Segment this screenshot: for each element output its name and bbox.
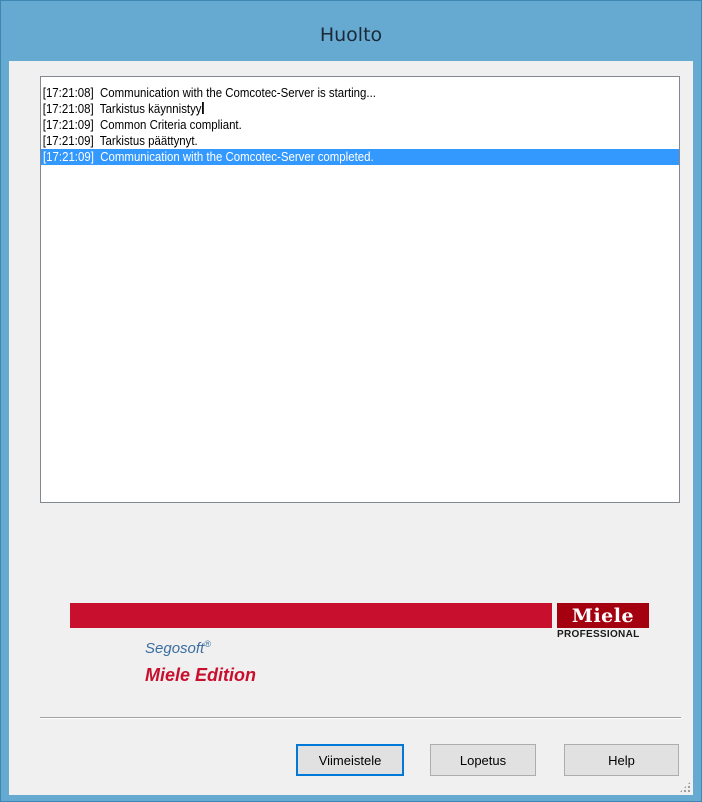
divider <box>40 717 681 719</box>
log-entry-time: [17:21:08] <box>42 101 94 116</box>
title-bar[interactable]: Huolto <box>1 1 701 61</box>
cancel-button[interactable]: Lopetus <box>430 744 536 776</box>
log-entry-text: Communication with the Comcotec-Server c… <box>100 149 374 164</box>
product-name-text: Segosoft <box>145 640 205 657</box>
help-button[interactable]: Help <box>564 744 679 776</box>
window-title: Huolto <box>319 24 383 46</box>
log-entry-time: [17:21:09] <box>42 117 94 132</box>
dialog-window: Huolto [17:21:08] Communication with the… <box>0 0 702 802</box>
product-name: Segosoft® <box>145 639 211 657</box>
log-entry-time: [17:21:08] <box>42 85 94 100</box>
logo-subtitle: PROFESSIONAL <box>557 629 640 640</box>
finish-button[interactable]: Viimeistele <box>296 744 404 776</box>
log-entry[interactable]: [17:21:08] Tarkistus käynnistyy <box>41 101 677 117</box>
resize-grip-icon[interactable] <box>679 781 691 793</box>
log-entry-time: [17:21:09] <box>42 133 94 148</box>
brand-red-bar <box>70 603 552 628</box>
dialog-body: [17:21:08] Communication with the Comcot… <box>9 61 693 795</box>
log-entry[interactable]: [17:21:08] Communication with the Comcot… <box>41 85 677 101</box>
log-entry-time: [17:21:09] <box>43 149 94 164</box>
log-entry-text: Tarkistus käynnistyy <box>99 101 202 116</box>
edition-name: Miele Edition <box>145 665 257 685</box>
text-cursor <box>202 102 205 114</box>
log-entry-selected[interactable]: [17:21:09] Communication with the Comcot… <box>41 149 679 165</box>
log-entry-text: Common Criteria compliant. <box>100 117 242 132</box>
log-entry[interactable]: [17:21:09] Tarkistus päättynyt. <box>41 133 677 149</box>
log-entry-text: Communication with the Comcotec-Server i… <box>100 85 376 100</box>
log-entry-text: Tarkistus päättynyt. <box>99 133 198 148</box>
log-listbox[interactable]: [17:21:08] Communication with the Comcot… <box>40 76 680 503</box>
log-entry[interactable]: [17:21:09] Common Criteria compliant. <box>41 117 677 133</box>
registered-mark: ® <box>204 639 211 649</box>
miele-logo: Miele <box>557 603 649 628</box>
